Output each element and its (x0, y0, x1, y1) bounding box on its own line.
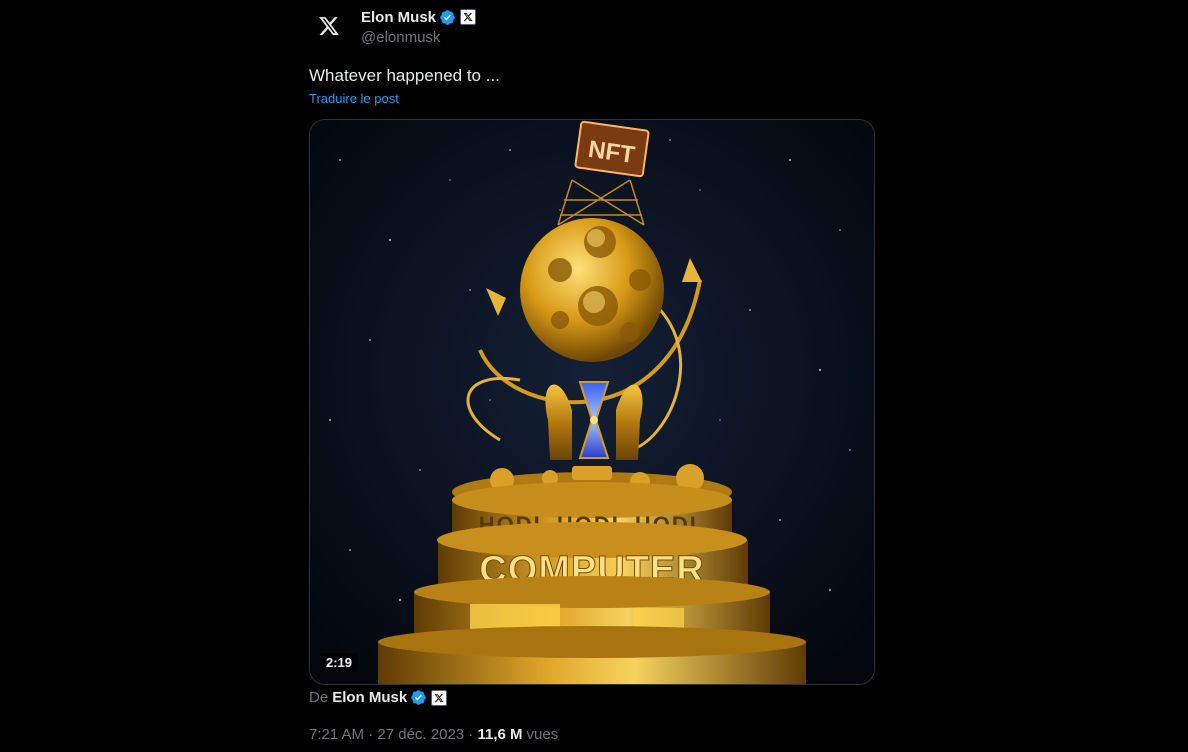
tweet-meta: 7:21 AM · 27 déc. 2023 · 11,6 M vues (309, 726, 558, 743)
tweet-text: Whatever happened to ... (309, 66, 500, 85)
verified-badge-icon (439, 9, 456, 26)
author-block: Elon Musk @elonmusk (361, 7, 477, 46)
verified-badge-icon (410, 689, 427, 706)
x-logo-icon (319, 17, 339, 35)
x-affiliation-icon[interactable] (460, 9, 477, 25)
video-attribution: De Elon Musk (309, 689, 448, 706)
x-affiliation-icon[interactable] (431, 689, 448, 706)
video-player[interactable]: NFT COMPUTER 2:19 (309, 119, 875, 685)
author-name[interactable]: Elon Musk (361, 9, 436, 26)
tweet-detail: Elon Musk @elonmusk Whatever happened to… (0, 0, 1188, 752)
attribution-name[interactable]: Elon Musk (332, 689, 407, 706)
video-duration: 2:19 (320, 653, 359, 672)
tweet-date[interactable]: 27 déc. 2023 (377, 726, 464, 743)
views-count: 11,6 M (477, 726, 523, 743)
attribution-prefix: De (309, 689, 329, 706)
meta-separator: · (464, 726, 478, 743)
views-label: vues (526, 726, 559, 743)
author-avatar[interactable] (309, 6, 349, 46)
meta-separator: · (364, 726, 378, 743)
tweet-time[interactable]: 7:21 AM (309, 726, 364, 743)
translate-link[interactable]: Traduire le post (309, 91, 399, 106)
author-handle[interactable]: @elonmusk (361, 29, 476, 46)
video-thumbnail: NFT COMPUTER (310, 120, 874, 684)
